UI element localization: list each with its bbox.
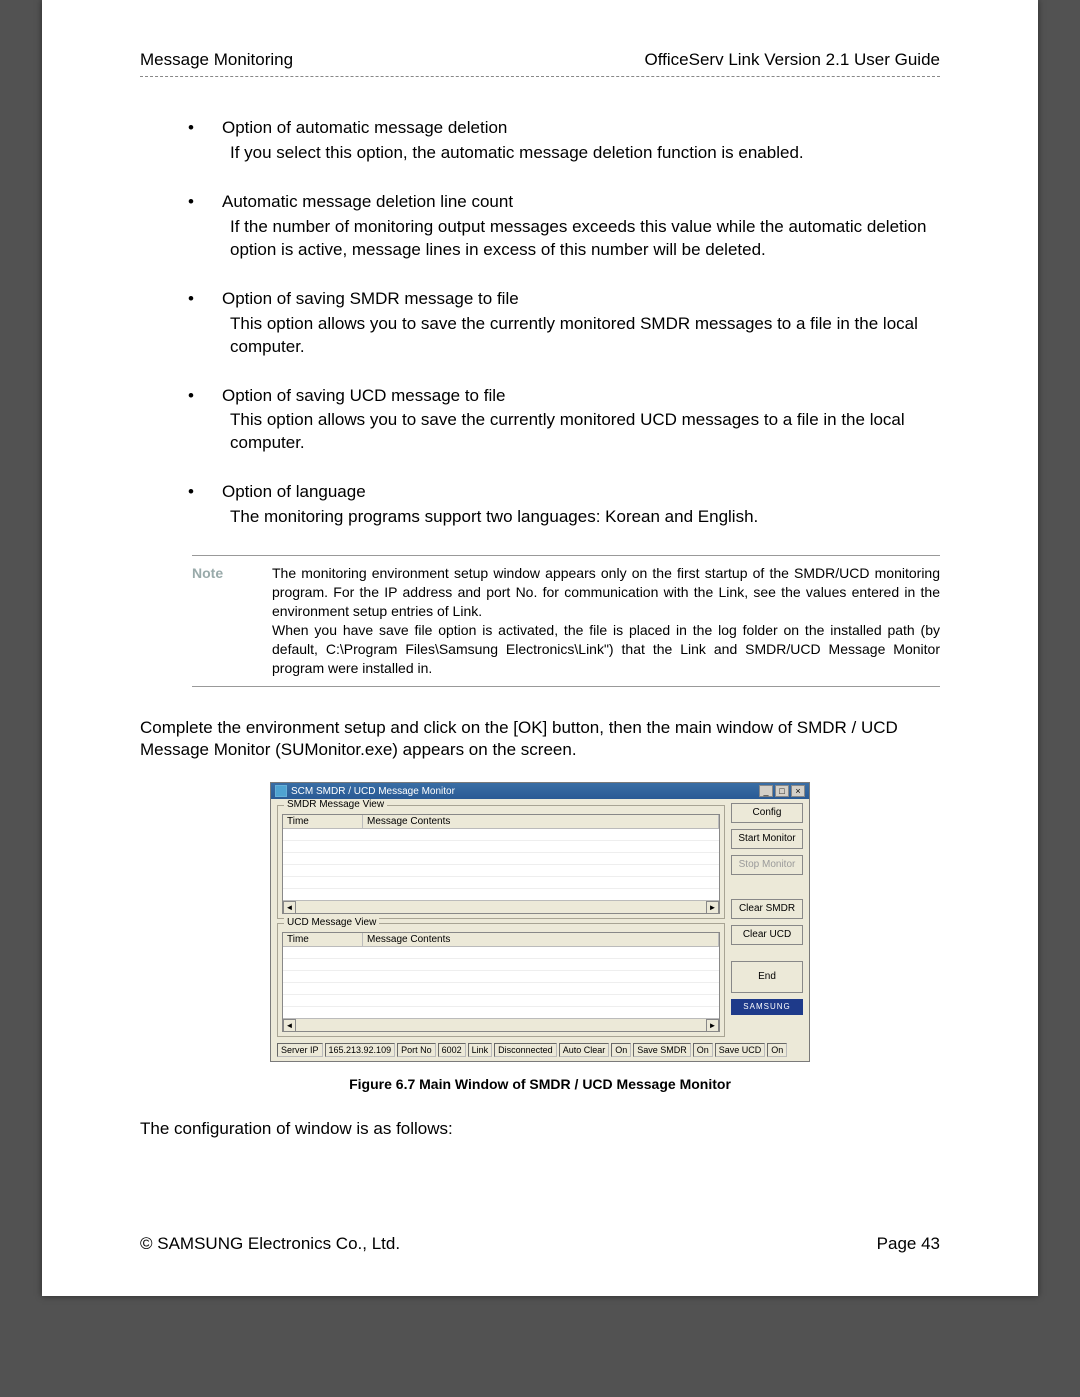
scroll-right-icon[interactable]: ► <box>706 1019 719 1032</box>
note-text: The monitoring environment setup window … <box>272 564 940 677</box>
table-row <box>283 995 719 1007</box>
bullet-title: Option of saving UCD message to file <box>222 385 940 408</box>
window-titlebar[interactable]: SCM SMDR / UCD Message Monitor _ □ × <box>271 783 809 799</box>
app-icon <box>275 785 287 797</box>
page-header: Message Monitoring OfficeServ Link Versi… <box>140 50 940 70</box>
table-row <box>283 841 719 853</box>
table-row <box>283 853 719 865</box>
col-message[interactable]: Message Contents <box>363 933 719 946</box>
samsung-logo: SAMSUNG <box>731 999 803 1015</box>
status-saveucd-label: Save UCD <box>715 1043 766 1057</box>
status-link-label: Link <box>468 1043 493 1057</box>
scroll-right-icon[interactable]: ► <box>706 901 719 914</box>
status-saveucd: On <box>767 1043 787 1057</box>
close-icon[interactable]: × <box>791 785 805 797</box>
bullet-dot: • <box>188 288 222 359</box>
status-savesmdr-label: Save SMDR <box>633 1043 691 1057</box>
note-label: Note <box>192 564 272 677</box>
end-button[interactable]: End <box>731 961 803 993</box>
window-title: SCM SMDR / UCD Message Monitor <box>291 786 455 797</box>
table-row <box>283 959 719 971</box>
col-time[interactable]: Time <box>283 815 363 828</box>
bullet-title: Option of automatic message deletion <box>222 117 940 140</box>
start-monitor-button[interactable]: Start Monitor <box>731 829 803 849</box>
smdr-table[interactable]: Time Message Contents <box>282 814 720 914</box>
bullet-dot: • <box>188 191 222 262</box>
smdr-group: SMDR Message View Time Message Contents <box>277 805 725 919</box>
ucd-group: UCD Message View Time Message Contents <box>277 923 725 1037</box>
bullet-dot: • <box>188 117 222 165</box>
table-row <box>283 983 719 995</box>
figure-caption: Figure 6.7 Main Window of SMDR / UCD Mes… <box>140 1076 940 1092</box>
scrollbar[interactable]: ◄ ► <box>283 900 719 913</box>
footer-left: © SAMSUNG Electronics Co., Ltd. <box>140 1234 400 1254</box>
bullet-list: • Option of automatic message deletion I… <box>188 117 940 529</box>
table-row <box>283 829 719 841</box>
status-link: Disconnected <box>494 1043 557 1057</box>
clear-smdr-button[interactable]: Clear SMDR <box>731 899 803 919</box>
clear-ucd-button[interactable]: Clear UCD <box>731 925 803 945</box>
scroll-left-icon[interactable]: ◄ <box>283 901 296 914</box>
status-server-ip: 165.213.92.109 <box>325 1043 396 1057</box>
status-autoclear: On <box>611 1043 631 1057</box>
paragraph-after-note: Complete the environment setup and click… <box>140 717 940 763</box>
figure: SCM SMDR / UCD Message Monitor _ □ × SMD… <box>140 782 940 1092</box>
maximize-icon[interactable]: □ <box>775 785 789 797</box>
scrollbar[interactable]: ◄ ► <box>283 1018 719 1031</box>
bullet-title: Option of language <box>222 481 940 504</box>
smdr-group-label: SMDR Message View <box>284 799 387 810</box>
paragraph-after-figure: The configuration of window is as follow… <box>140 1118 940 1141</box>
app-window: SCM SMDR / UCD Message Monitor _ □ × SMD… <box>270 782 810 1062</box>
button-column: Config Start Monitor Stop Monitor Clear … <box>731 803 803 1041</box>
status-server-ip-label: Server IP <box>277 1043 323 1057</box>
footer-right: Page 43 <box>877 1234 940 1254</box>
ucd-group-label: UCD Message View <box>284 917 379 928</box>
minimize-icon[interactable]: _ <box>759 785 773 797</box>
bullet-desc: This option allows you to save the curre… <box>222 313 940 359</box>
bullet-desc: This option allows you to save the curre… <box>222 409 940 455</box>
header-divider <box>140 76 940 77</box>
page-footer: © SAMSUNG Electronics Co., Ltd. Page 43 <box>140 1234 940 1254</box>
bullet-title: Automatic message deletion line count <box>222 191 940 214</box>
bullet-title: Option of saving SMDR message to file <box>222 288 940 311</box>
col-time[interactable]: Time <box>283 933 363 946</box>
status-port-label: Port No <box>397 1043 436 1057</box>
table-row <box>283 877 719 889</box>
scroll-left-icon[interactable]: ◄ <box>283 1019 296 1032</box>
config-button[interactable]: Config <box>731 803 803 823</box>
ucd-table[interactable]: Time Message Contents <box>282 932 720 1032</box>
header-right: OfficeServ Link Version 2.1 User Guide <box>645 50 940 70</box>
bullet-dot: • <box>188 385 222 456</box>
header-left: Message Monitoring <box>140 50 293 70</box>
col-message[interactable]: Message Contents <box>363 815 719 828</box>
status-bar: Server IP 165.213.92.109 Port No 6002 Li… <box>277 1041 803 1057</box>
status-savesmdr: On <box>693 1043 713 1057</box>
status-port: 6002 <box>438 1043 466 1057</box>
bullet-desc: If you select this option, the automatic… <box>222 142 940 165</box>
table-row <box>283 865 719 877</box>
stop-monitor-button[interactable]: Stop Monitor <box>731 855 803 875</box>
note-box: Note The monitoring environment setup wi… <box>192 555 940 686</box>
bullet-desc: The monitoring programs support two lang… <box>222 506 940 529</box>
bullet-desc: If the number of monitoring output messa… <box>222 216 940 262</box>
bullet-dot: • <box>188 481 222 529</box>
table-row <box>283 947 719 959</box>
status-autoclear-label: Auto Clear <box>559 1043 610 1057</box>
page: Message Monitoring OfficeServ Link Versi… <box>42 0 1038 1296</box>
table-row <box>283 971 719 983</box>
